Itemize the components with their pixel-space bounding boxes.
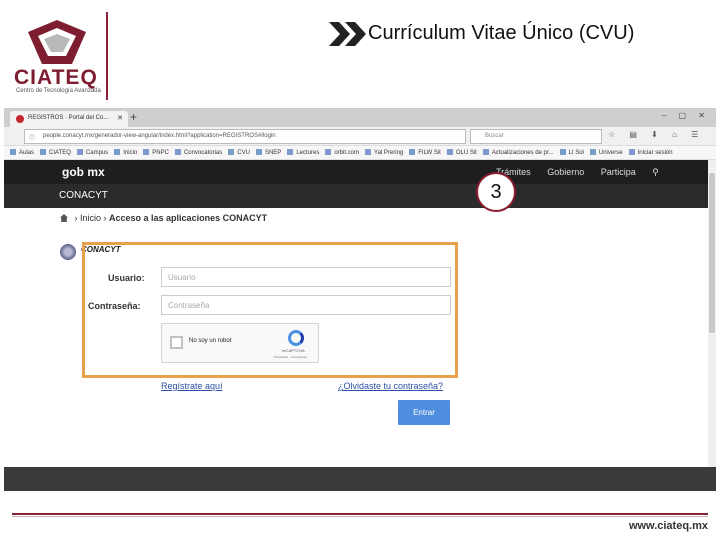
gob-brand[interactable]: gob mx xyxy=(62,165,105,179)
bookmarks-bar: Aulas CIATEQ Campus Inicio PNPC Convocatorias… xyxy=(4,146,716,160)
footer-url: www.ciateq.mx xyxy=(628,520,708,532)
header-divider xyxy=(106,12,108,100)
browser-tab[interactable]: REGISTROS · Portal del Co... ✕ xyxy=(10,111,128,127)
gob-header: gob mx Trámites Gobierno Participa ⚲ xyxy=(4,160,716,184)
search-input[interactable]: Buscar xyxy=(470,129,602,144)
conacyt-logo-icon xyxy=(60,244,76,260)
navigation-bar: ⓘ people.conacyt.mx/generador-view-angul… xyxy=(4,127,716,146)
step-badge: 3 xyxy=(476,172,516,212)
recaptcha-widget: No soy un robot reCAPTCHA Privacidad · C… xyxy=(161,323,319,363)
captcha-brand: reCAPTCHA xyxy=(282,348,305,353)
submit-button[interactable]: Entrar xyxy=(398,400,450,425)
bookmark-item[interactable]: PNPC xyxy=(143,149,169,156)
nav-participa[interactable]: Participa xyxy=(601,167,636,177)
bookmark-item[interactable]: Aulas xyxy=(10,149,34,156)
footer-strip xyxy=(4,467,716,491)
recaptcha-icon xyxy=(288,330,304,346)
search-placeholder: Buscar xyxy=(485,133,504,139)
logo-text: CIATEQ xyxy=(14,66,98,89)
breadcrumb: › Inicio › Acceso a las aplicaciones CON… xyxy=(60,213,267,223)
tab-bar: REGISTROS · Portal del Co... ✕ + – ▢ ✕ xyxy=(4,109,716,127)
bookmark-item[interactable]: Iniciar sesión xyxy=(629,149,673,156)
bookmark-item[interactable]: SNEP xyxy=(256,149,281,156)
captcha-terms[interactable]: Privacidad · Condiciones xyxy=(274,355,307,359)
breadcrumb-current: Acceso a las aplicaciones CONACYT xyxy=(109,213,268,223)
section-title: CONACYT xyxy=(59,190,108,201)
bookmark-item[interactable]: CIATEQ xyxy=(40,149,71,156)
forgot-password-link[interactable]: ¿Olvidaste tu contraseña? xyxy=(338,381,443,391)
bookmark-item[interactable]: Inicio xyxy=(114,149,137,156)
bookmark-item[interactable]: CVU xyxy=(228,149,250,156)
breadcrumb-home[interactable]: Inicio xyxy=(80,213,101,223)
bookmark-item[interactable]: Yal Prering xyxy=(365,149,403,156)
bookmark-item[interactable]: Lectures xyxy=(287,149,319,156)
home-icon[interactable] xyxy=(60,214,68,222)
register-link[interactable]: Regístrate aquí xyxy=(161,381,223,391)
bookmark-item[interactable]: Convocatorias xyxy=(175,149,222,156)
search-icon[interactable]: ⚲ xyxy=(652,167,659,177)
url-text: people.conacyt.mx/generador-view-angular… xyxy=(43,133,276,139)
footer-divider-light xyxy=(12,516,708,517)
captcha-checkbox[interactable] xyxy=(170,336,183,349)
browser-screenshot: REGISTROS · Portal del Co... ✕ + – ▢ ✕ ⓘ… xyxy=(4,108,716,491)
logo-subtitle: Centro de Tecnología Avanzada xyxy=(16,88,101,94)
close-tab-icon[interactable]: ✕ xyxy=(117,114,123,122)
tab-title: REGISTROS · Portal del Co... xyxy=(28,115,109,121)
section-bar: CONACYT xyxy=(4,184,716,208)
bookmark-item[interactable]: Universe xyxy=(590,149,623,156)
chevron-double-icon xyxy=(329,22,366,46)
footer-divider xyxy=(12,513,708,515)
password-label: Contraseña: xyxy=(88,301,141,311)
toolbar-icons[interactable]: ☆ ▤ ⬇ ⌂ ☰ xyxy=(608,130,704,139)
info-icon: ⓘ xyxy=(29,136,36,142)
scrollbar-thumb[interactable] xyxy=(709,173,715,333)
bookmark-item[interactable]: orbit.com xyxy=(325,149,359,156)
password-input[interactable]: Contraseña xyxy=(161,295,451,315)
bookmark-item[interactable]: FILW Sit xyxy=(409,149,441,156)
username-label: Usuario: xyxy=(108,273,145,283)
slide-title: Currículum Vitae Único (CVU) xyxy=(368,22,635,44)
username-input[interactable]: Usuario xyxy=(161,267,451,287)
ciateq-logo-icon xyxy=(28,20,86,64)
new-tab-icon[interactable]: + xyxy=(130,110,137,124)
captcha-text: No soy un robot xyxy=(189,338,232,344)
favicon-icon xyxy=(16,115,24,123)
bookmark-item[interactable]: Actualizaciones de pr... xyxy=(483,149,554,156)
bookmark-item[interactable]: Campus xyxy=(77,149,108,156)
nav-gobierno[interactable]: Gobierno xyxy=(547,167,584,177)
bookmark-item[interactable]: LI Sol xyxy=(560,149,584,156)
bookmark-item[interactable]: OLU Sit xyxy=(447,149,477,156)
gob-nav: Trámites Gobierno Participa ⚲ xyxy=(496,167,673,178)
window-controls[interactable]: – ▢ ✕ xyxy=(662,111,710,120)
address-bar[interactable]: ⓘ people.conacyt.mx/generador-view-angul… xyxy=(24,129,466,144)
